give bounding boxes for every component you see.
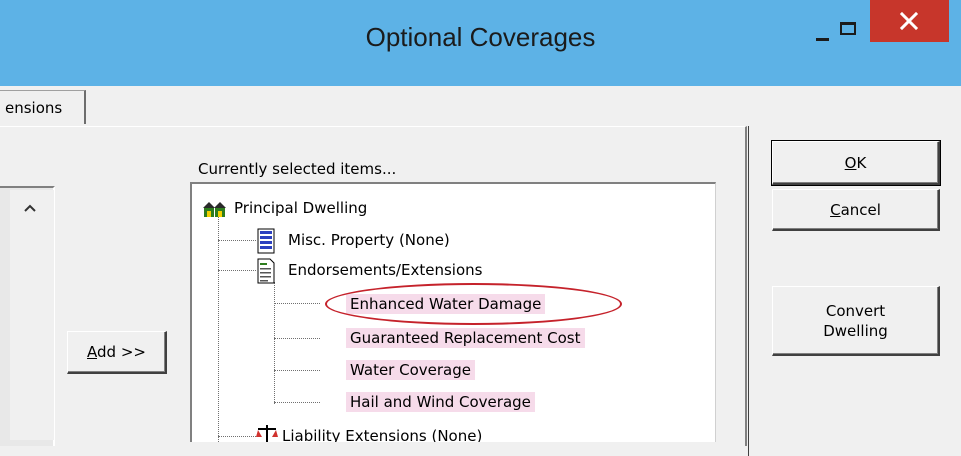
maximize-button[interactable] xyxy=(830,14,866,42)
tree-item-label: Guaranteed Replacement Cost xyxy=(346,328,585,348)
maximize-icon xyxy=(840,22,856,35)
tree-connector xyxy=(218,212,219,442)
ok-accelerator: O xyxy=(844,153,857,172)
scales-icon xyxy=(256,425,278,442)
add-button-accelerator: A xyxy=(87,343,98,361)
tree-connector xyxy=(274,282,275,404)
tree-item-label: Misc. Property (None) xyxy=(288,231,450,249)
convert-line2: Dwelling xyxy=(823,321,888,340)
tree-item-label: Water Coverage xyxy=(346,360,475,380)
convert-dwelling-button[interactable]: Convert Dwelling xyxy=(772,286,940,356)
tree-connector xyxy=(274,370,320,371)
close-icon xyxy=(900,12,918,30)
house-icon xyxy=(203,202,226,217)
add-button[interactable]: Add >> xyxy=(67,331,167,374)
tree-connector xyxy=(274,402,320,403)
tree-connector xyxy=(274,338,320,339)
tree-connector xyxy=(218,240,256,241)
scroll-up-icon[interactable] xyxy=(22,200,38,216)
selected-items-heading: Currently selected items... xyxy=(198,160,397,178)
cancel-rest: ancel xyxy=(840,201,881,219)
annotation-circle xyxy=(325,283,622,325)
tree-item-label: Principal Dwelling xyxy=(234,199,368,217)
stack-icon xyxy=(257,228,275,254)
tree-connector xyxy=(274,303,320,304)
tab-extensions[interactable]: ensions xyxy=(0,90,86,124)
tree-item-label: Endorsements/Extensions xyxy=(288,261,483,279)
available-list-scrollbar[interactable] xyxy=(10,190,54,440)
close-button[interactable] xyxy=(870,0,949,42)
tree-item-guaranteed-replacement-cost[interactable]: Guaranteed Replacement Cost xyxy=(346,328,585,348)
ok-button[interactable]: OK xyxy=(771,140,941,186)
convert-line1: Convert xyxy=(825,301,886,320)
tab-label: ensions xyxy=(5,99,63,117)
cancel-button[interactable]: Cancel xyxy=(772,189,940,231)
tree-connector xyxy=(218,436,256,437)
add-button-label: dd >> xyxy=(97,343,146,361)
tree-item-label: Hail and Wind Coverage xyxy=(346,392,535,412)
tree-item-label: Liability Extensions (None) xyxy=(282,427,483,442)
tree-connector xyxy=(218,270,256,271)
ok-rest: K xyxy=(856,153,867,172)
tree-item-water-coverage[interactable]: Water Coverage xyxy=(346,360,475,380)
cancel-accelerator: C xyxy=(830,201,841,219)
document-icon xyxy=(257,258,275,284)
ok-button-label: OK xyxy=(773,143,938,183)
cancel-button-label: Cancel xyxy=(773,190,938,230)
tree-item-hail-and-wind-coverage[interactable]: Hail and Wind Coverage xyxy=(346,392,535,412)
